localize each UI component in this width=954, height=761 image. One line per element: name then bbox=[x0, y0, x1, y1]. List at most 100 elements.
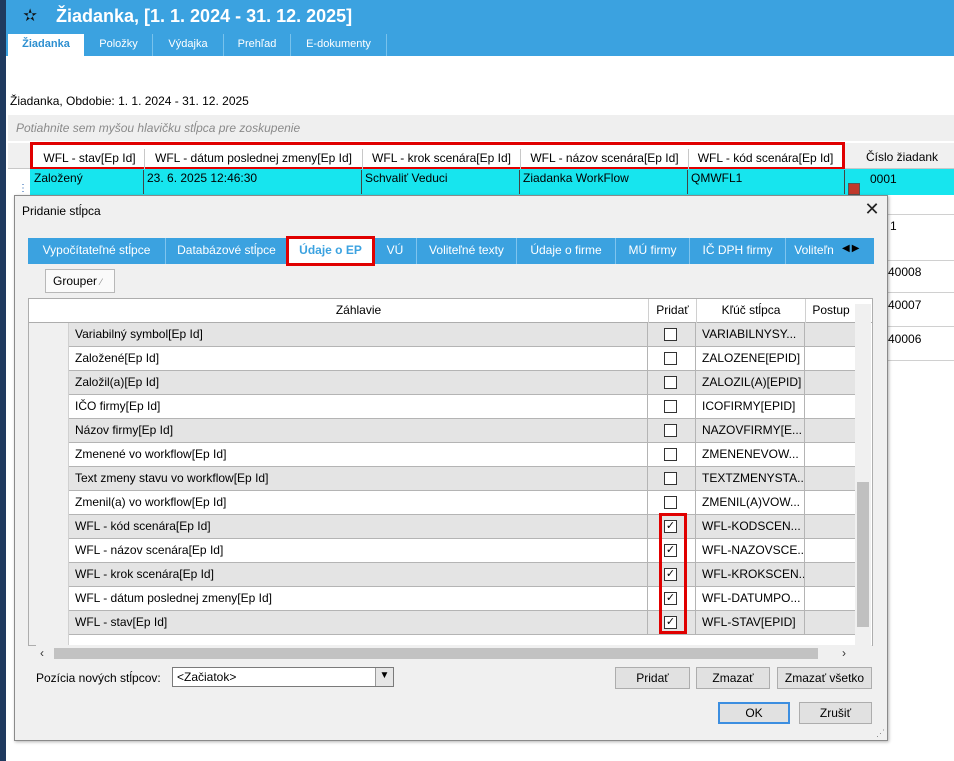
add-button[interactable]: Pridať bbox=[615, 667, 690, 689]
main-tab-bar: Žiadanka Položky Výdajka Prehľad E-dokum… bbox=[6, 34, 954, 56]
row-key-cell: WFL-DATUMPO... bbox=[696, 587, 805, 610]
bg-col-wfl-nazov[interactable]: WFL - názov scenára[Ep Id] bbox=[521, 149, 689, 169]
row-add-cell bbox=[648, 443, 696, 466]
row-key-cell: VARIABILNYSY... bbox=[696, 323, 805, 346]
add-checkbox[interactable] bbox=[664, 352, 677, 365]
row-header-cell: Založené[Ep Id] bbox=[69, 347, 648, 370]
star-icon[interactable]: ✫ bbox=[23, 6, 37, 26]
table-row[interactable]: WFL - názov scenára[Ep Id] ✓ WFL-NAZOVSCE.… bbox=[69, 539, 855, 563]
row-add-cell bbox=[648, 395, 696, 418]
bg-col-wfl-datum[interactable]: WFL - dátum poslednej zmeny[Ep Id] bbox=[145, 149, 363, 169]
delete-button[interactable]: Zmazať bbox=[696, 667, 770, 689]
title-bar: ✫ Žiadanka, [1. 1. 2024 - 31. 12. 2025] bbox=[6, 0, 954, 34]
dialog-tab-bar: Vypočítateľné stĺpce Databázové stĺpce Ú… bbox=[28, 238, 874, 264]
row-key-cell: ZALOZIL(A)[EPID] bbox=[696, 371, 805, 394]
bg-cell-krok: Schvaliť Veduci bbox=[362, 170, 520, 194]
row-header-cell: WFL - názov scenára[Ep Id] bbox=[69, 539, 648, 562]
col-header-zahlavie[interactable]: Záhlavie bbox=[69, 299, 649, 323]
grid-header: Záhlavie Pridať Kľúč stĺpca Postup bbox=[29, 299, 872, 323]
position-select-value: <Začiatok> bbox=[177, 670, 237, 684]
tab-databazove-stlpce[interactable]: Databázové stĺpce bbox=[166, 238, 288, 264]
row-header-cell: Založil(a)[Ep Id] bbox=[69, 371, 648, 394]
table-row[interactable]: WFL - stav[Ep Id] ✓ WFL-STAV[EPID] bbox=[69, 611, 855, 635]
tab-udaje-o-firme[interactable]: Údaje o firme bbox=[517, 238, 616, 264]
grouper-button[interactable]: Grouper ⁄ bbox=[45, 269, 115, 293]
row-postup-cell bbox=[805, 323, 855, 346]
row-header-cell: Text zmeny stavu vo workflow[Ep Id] bbox=[69, 467, 648, 490]
scroll-right-icon[interactable]: › bbox=[842, 646, 846, 660]
table-row[interactable]: Text zmeny stavu vo workflow[Ep Id] TEXTZ… bbox=[69, 467, 855, 491]
tab-scroll-arrows[interactable]: ◀▶ bbox=[842, 243, 872, 254]
row-indicator-icon: ⋮ bbox=[18, 183, 28, 194]
table-row[interactable]: WFL - krok scenára[Ep Id] ✓ WFL-KROKSCEN..… bbox=[69, 563, 855, 587]
tab-vydajka[interactable]: Výdajka bbox=[153, 34, 224, 56]
period-info: Žiadanka, Obdobie: 1. 1. 2024 - 31. 12. … bbox=[10, 94, 249, 108]
delete-all-button[interactable]: Zmazať všetko bbox=[777, 667, 872, 689]
row-add-cell bbox=[648, 323, 696, 346]
add-checkbox[interactable] bbox=[664, 472, 677, 485]
row-postup-cell bbox=[805, 611, 855, 634]
document-icon[interactable] bbox=[848, 183, 860, 195]
table-row[interactable]: WFL - kód scenára[Ep Id] ✓ WFL-KODSCEN... bbox=[69, 515, 855, 539]
tab-ziadanka[interactable]: Žiadanka bbox=[8, 34, 84, 56]
cancel-button[interactable]: Zrušiť bbox=[799, 702, 872, 724]
bg-col-cislo[interactable]: Číslo žiadank bbox=[866, 150, 938, 164]
row-add-cell bbox=[648, 467, 696, 490]
col-header-kluc[interactable]: Kľúč stĺpca bbox=[697, 299, 806, 323]
scroll-left-icon[interactable]: ‹ bbox=[40, 646, 44, 660]
table-row[interactable]: IČO firmy[Ep Id] ICOFIRMY[EPID] bbox=[69, 395, 855, 419]
row-header-cell: WFL - stav[Ep Id] bbox=[69, 611, 648, 634]
tab-prehlad[interactable]: Prehľad bbox=[224, 34, 291, 56]
window-left-edge bbox=[0, 0, 6, 761]
table-row[interactable]: Zmenil(a) vo workflow[Ep Id] ZMENIL(A)VOW… bbox=[69, 491, 855, 515]
row-key-cell: WFL-STAV[EPID] bbox=[696, 611, 805, 634]
add-checkbox[interactable] bbox=[664, 376, 677, 389]
tab-e-dokumenty[interactable]: E-dokumenty bbox=[291, 34, 387, 56]
checked-items-highlight bbox=[659, 513, 687, 634]
add-checkbox[interactable] bbox=[664, 328, 677, 341]
row-key-cell: WFL-KODSCEN... bbox=[696, 515, 805, 538]
table-row[interactable]: Variabilný symbol[Ep Id] VARIABILNYSY... bbox=[69, 323, 855, 347]
grid-row-indicator-column bbox=[29, 323, 69, 645]
arrow-left-icon[interactable]: ◀ bbox=[842, 243, 852, 254]
row-postup-cell bbox=[805, 563, 855, 586]
row-header-cell: Zmenil(a) vo workflow[Ep Id] bbox=[69, 491, 648, 514]
col-header-pridat[interactable]: Pridať bbox=[649, 299, 697, 323]
tab-ic-dph-firmy[interactable]: IČ DPH firmy bbox=[690, 238, 786, 264]
bg-col-wfl-kod[interactable]: WFL - kód scenára[Ep Id] bbox=[689, 149, 842, 169]
tab-vu[interactable]: VÚ bbox=[374, 238, 417, 264]
tab-volitelne[interactable]: Voliteľn bbox=[786, 238, 842, 264]
add-checkbox[interactable] bbox=[664, 448, 677, 461]
table-row[interactable]: Založil(a)[Ep Id] ZALOZIL(A)[EPID] bbox=[69, 371, 855, 395]
bg-cell-kod: QMWFL1 bbox=[688, 170, 845, 194]
table-row[interactable]: Zmenené vo workflow[Ep Id] ZMENENEVOW... bbox=[69, 443, 855, 467]
tab-volitelne-texty[interactable]: Voliteľné texty bbox=[417, 238, 517, 264]
tab-vypocitatelne-stlpce[interactable]: Vypočítateľné stĺpce bbox=[28, 238, 166, 264]
chevron-down-icon[interactable]: ▼ bbox=[375, 668, 393, 686]
row-header-cell: WFL - dátum poslednej zmeny[Ep Id] bbox=[69, 587, 648, 610]
dialog-title: Pridanie stĺpca bbox=[22, 204, 101, 218]
row-key-cell: TEXTZMENYSTA... bbox=[696, 467, 805, 490]
bg-col-wfl-stav[interactable]: WFL - stav[Ep Id] bbox=[35, 149, 145, 169]
add-checkbox[interactable] bbox=[664, 400, 677, 413]
arrow-right-icon[interactable]: ▶ bbox=[852, 243, 862, 254]
add-checkbox[interactable] bbox=[664, 424, 677, 437]
bg-header-highlight: WFL - stav[Ep Id] WFL - dátum poslednej … bbox=[30, 142, 845, 170]
col-header-postup[interactable]: Postup bbox=[806, 299, 856, 323]
horizontal-scroll-thumb[interactable] bbox=[54, 648, 818, 659]
close-icon[interactable]: ✕ bbox=[862, 200, 882, 220]
bg-col-wfl-krok[interactable]: WFL - krok scenára[Ep Id] bbox=[363, 149, 521, 169]
tab-polozky[interactable]: Položky bbox=[85, 34, 153, 56]
bg-cell-cislo: 40008 bbox=[888, 265, 922, 279]
table-row[interactable]: WFL - dátum poslednej zmeny[Ep Id] ✓ WFL-D… bbox=[69, 587, 855, 611]
resize-grip-icon[interactable]: ⋰ bbox=[876, 728, 886, 738]
bg-cell-cislo: 40006 bbox=[888, 332, 922, 346]
row-key-cell: ZALOZENE[EPID] bbox=[696, 347, 805, 370]
vertical-scroll-thumb[interactable] bbox=[857, 482, 869, 627]
table-row[interactable]: Založené[Ep Id] ZALOZENE[EPID] bbox=[69, 347, 855, 371]
tab-mu-firmy[interactable]: MÚ firmy bbox=[616, 238, 690, 264]
table-row[interactable]: Názov firmy[Ep Id] NAZOVFIRMY[E... bbox=[69, 419, 855, 443]
ok-button[interactable]: OK bbox=[718, 702, 790, 724]
row-postup-cell bbox=[805, 467, 855, 490]
add-checkbox[interactable] bbox=[664, 496, 677, 509]
